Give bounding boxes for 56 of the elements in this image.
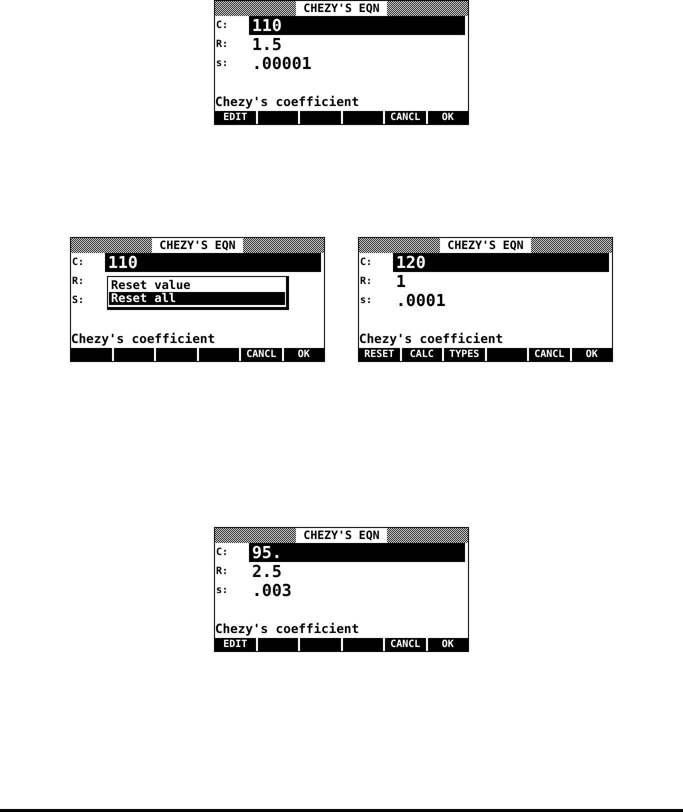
softkey[interactable]: EDIT	[215, 638, 256, 651]
softkey[interactable]: OK	[284, 348, 324, 361]
screen-title: CHEZY'S EQN	[296, 528, 387, 543]
value-field[interactable]: 1.5	[249, 35, 285, 54]
value-field[interactable]: 110	[249, 16, 465, 35]
blank-softkey[interactable]	[258, 638, 298, 651]
blank-softkey[interactable]	[300, 111, 340, 124]
softkey[interactable]: OK	[428, 111, 468, 124]
field-label: C:	[215, 20, 228, 32]
value-field[interactable]: 95.	[249, 543, 465, 562]
softkey[interactable]: RESET	[359, 348, 400, 361]
blank-softkey[interactable]	[156, 348, 196, 361]
help-text: Chezy's coefficient	[359, 332, 504, 345]
softkey[interactable]: EDIT	[215, 111, 256, 124]
field-label: R:	[71, 276, 84, 288]
value-field[interactable]: 120	[393, 253, 609, 272]
help-text: Chezy's coefficient	[71, 332, 216, 345]
blank-softkey[interactable]	[71, 348, 112, 361]
field-label: s:	[215, 584, 228, 596]
menu-item[interactable]: Reset all	[109, 292, 285, 305]
field-label: C:	[71, 256, 84, 268]
blank-softkey[interactable]	[300, 638, 340, 651]
field-label: s:	[359, 294, 372, 306]
field-label: R:	[215, 38, 228, 50]
field-label: s:	[215, 58, 228, 70]
blank-softkey[interactable]	[198, 348, 239, 361]
blank-softkey[interactable]	[114, 348, 154, 361]
softkey[interactable]: OK	[572, 348, 612, 361]
blank-softkey[interactable]	[486, 348, 527, 361]
screen-title: CHEZY'S EQN	[152, 238, 243, 253]
value-field[interactable]: .003	[249, 581, 295, 600]
softkey[interactable]: CALC	[402, 348, 442, 361]
menu-item[interactable]: Reset value	[109, 279, 285, 292]
softkey[interactable]: CANCL	[241, 348, 282, 361]
value-field[interactable]: .00001	[249, 54, 315, 73]
field-label: S:	[71, 294, 84, 306]
blank-softkey[interactable]	[258, 111, 298, 124]
softkey[interactable]: TYPES	[444, 348, 484, 361]
field-label: C:	[359, 256, 372, 268]
value-field[interactable]: 110	[105, 253, 321, 272]
blank-softkey[interactable]	[342, 638, 383, 651]
softkey[interactable]: CANCL	[529, 348, 570, 361]
value-field[interactable]: 1	[393, 272, 409, 291]
screen-title: CHEZY'S EQN	[440, 238, 531, 253]
softkey[interactable]: OK	[428, 638, 468, 651]
field-label: R:	[359, 276, 372, 288]
value-field[interactable]: .0001	[393, 291, 449, 310]
help-text: Chezy's coefficient	[215, 95, 360, 108]
blank-softkey[interactable]	[342, 111, 383, 124]
field-label: R:	[215, 566, 228, 578]
field-label: C:	[215, 546, 228, 558]
softkey[interactable]: CANCL	[385, 638, 426, 651]
screen-title: CHEZY'S EQN	[296, 1, 387, 16]
help-text: Chezy's coefficient	[215, 622, 360, 635]
softkey[interactable]: CANCL	[385, 111, 426, 124]
value-field[interactable]: 2.5	[249, 562, 285, 581]
